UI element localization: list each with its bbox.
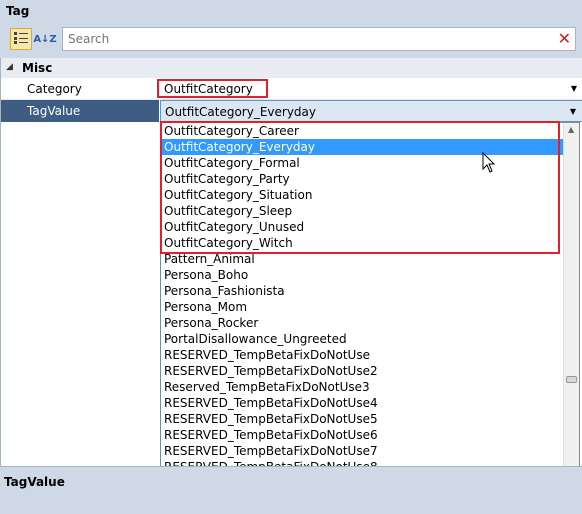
property-label-category: Category xyxy=(27,82,82,96)
property-row-category[interactable]: Category OutfitCategory ▼ xyxy=(1,78,582,100)
property-row-tagvalue[interactable]: TagValue OutfitCategory_Everyday ▼ xyxy=(1,100,582,122)
categorized-button[interactable] xyxy=(10,28,32,50)
search-box: ✕ xyxy=(62,27,576,51)
chevron-down-icon[interactable]: ▼ xyxy=(570,101,576,123)
dropdown-item[interactable]: Persona_Rocker xyxy=(161,315,579,331)
tagvalue-value-text: OutfitCategory_Everyday xyxy=(165,105,317,119)
dropdown-item[interactable]: Reserved_TempBetaFixDoNotUse3 xyxy=(161,379,579,395)
dropdown-item[interactable]: Persona_Fashionista xyxy=(161,283,579,299)
dropdown-item[interactable]: PortalDisallowance_Ungreeted xyxy=(161,331,579,347)
sort-alphabetical-icon: A↓Z xyxy=(33,33,57,45)
dropdown-item[interactable]: RESERVED_TempBetaFixDoNotUse4 xyxy=(161,395,579,411)
panel-title: Tag xyxy=(6,4,30,18)
chevron-down-icon[interactable]: ▼ xyxy=(571,78,577,100)
category-name: Misc xyxy=(22,61,53,75)
description-panel: TagValue xyxy=(0,466,582,514)
property-value-tagvalue[interactable]: OutfitCategory_Everyday ▼ xyxy=(160,100,582,122)
dropdown-item[interactable]: Persona_Mom xyxy=(161,299,579,315)
highlight-box-outfit-items xyxy=(160,121,560,254)
description-title: TagValue xyxy=(4,475,65,489)
dropdown-item[interactable]: RESERVED_TempBetaFixDoNotUse6 xyxy=(161,427,579,443)
scrollbar-thumb[interactable] xyxy=(566,376,577,383)
highlight-box-category xyxy=(157,79,268,98)
collapse-triangle-icon[interactable]: ◢ xyxy=(6,62,13,72)
dropdown-item[interactable]: RESERVED_TempBetaFixDoNotUse7 xyxy=(161,443,579,459)
dropdown-scrollbar[interactable]: ▲ xyxy=(563,123,579,471)
mouse-cursor-icon xyxy=(482,151,496,177)
dropdown-item[interactable]: RESERVED_TempBetaFixDoNotUse xyxy=(161,347,579,363)
toolbar: A↓Z ✕ xyxy=(0,24,582,56)
property-label-tagvalue: TagValue xyxy=(1,100,159,122)
dropdown-item[interactable]: Persona_Boho xyxy=(161,267,579,283)
alphabetical-button[interactable]: A↓Z xyxy=(33,28,57,50)
scroll-up-icon[interactable]: ▲ xyxy=(568,125,574,134)
dropdown-item[interactable]: RESERVED_TempBetaFixDoNotUse2 xyxy=(161,363,579,379)
panel-title-bar: Tag xyxy=(0,0,582,24)
dropdown-item[interactable]: RESERVED_TempBetaFixDoNotUse5 xyxy=(161,411,579,427)
categorized-icon xyxy=(13,31,29,48)
search-input[interactable] xyxy=(63,28,543,50)
category-row-misc[interactable]: ◢ Misc xyxy=(1,58,582,78)
clear-search-icon[interactable]: ✕ xyxy=(558,30,571,48)
